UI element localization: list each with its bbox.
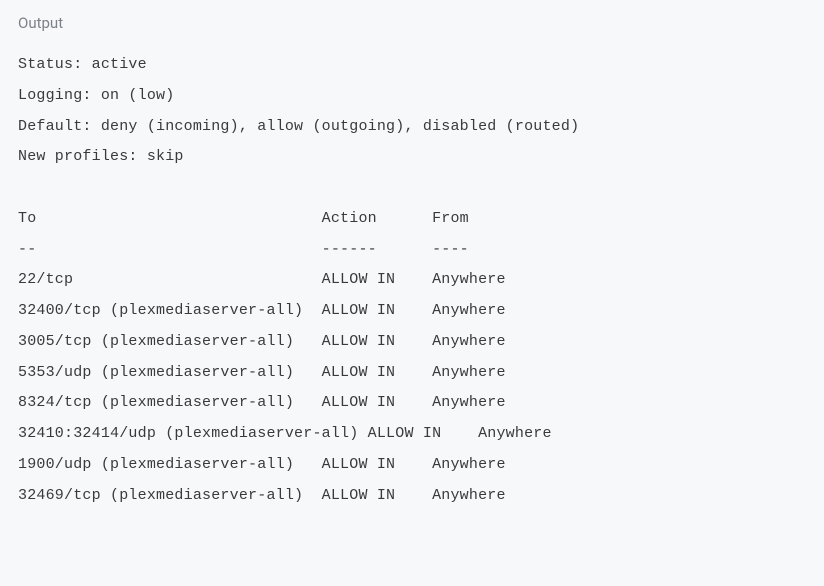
table-header: To Action From	[18, 210, 469, 227]
table-divider: -- ------ ----	[18, 241, 469, 258]
table-row: 5353/udp (plexmediaserver-all) ALLOW IN …	[18, 364, 506, 381]
table-row: 32400/tcp (plexmediaserver-all) ALLOW IN…	[18, 302, 506, 319]
newprofiles-line: New profiles: skip	[18, 148, 184, 165]
default-line: Default: deny (incoming), allow (outgoin…	[18, 118, 579, 135]
output-label: Output	[18, 14, 806, 32]
logging-line: Logging: on (low)	[18, 87, 174, 104]
table-row: 1900/udp (plexmediaserver-all) ALLOW IN …	[18, 456, 506, 473]
table-row: 32469/tcp (plexmediaserver-all) ALLOW IN…	[18, 487, 506, 504]
table-row: 8324/tcp (plexmediaserver-all) ALLOW IN …	[18, 394, 506, 411]
table-row: 32410:32414/udp (plexmediaserver-all) AL…	[18, 425, 552, 442]
table-row: 22/tcp ALLOW IN Anywhere	[18, 271, 506, 288]
terminal-output: Status: active Logging: on (low) Default…	[18, 50, 806, 511]
status-line: Status: active	[18, 56, 147, 73]
table-row: 3005/tcp (plexmediaserver-all) ALLOW IN …	[18, 333, 506, 350]
